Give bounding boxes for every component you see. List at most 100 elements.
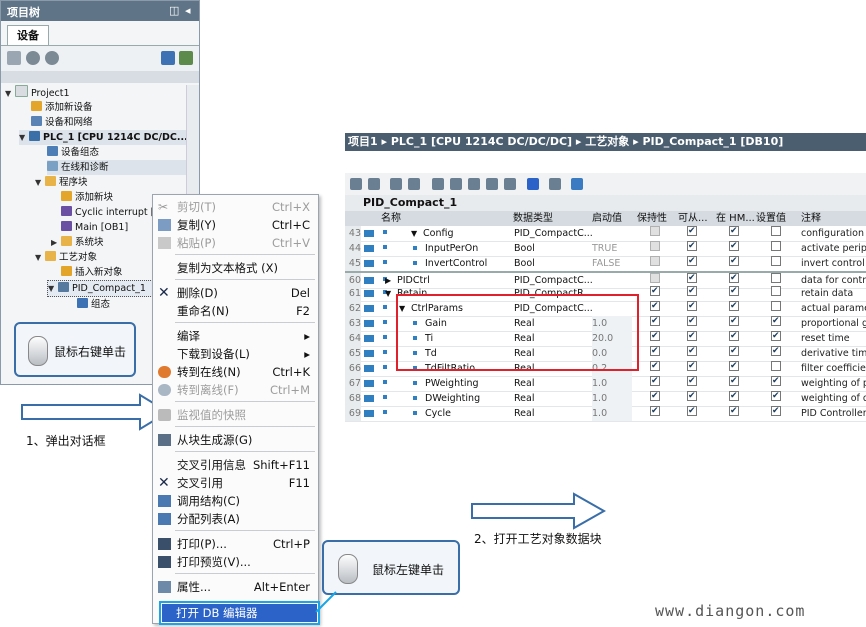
checkbox[interactable]: [650, 273, 660, 283]
col-setpoint[interactable]: 设置值: [756, 211, 786, 226]
toolbar-icon[interactable]: [527, 178, 539, 190]
checkbox[interactable]: [687, 374, 697, 389]
checkbox[interactable]: [729, 374, 739, 389]
variable-name[interactable]: Cycle: [425, 406, 451, 421]
tree-item-system-blocks[interactable]: ▶ 系统块: [51, 235, 104, 250]
checkbox[interactable]: [729, 404, 739, 419]
tree-item-insert-object[interactable]: 插入新对象: [61, 265, 123, 280]
tree-item-cyclic-interrupt[interactable]: Cyclic interrupt [O: [61, 205, 162, 220]
forward-icon[interactable]: [45, 51, 59, 65]
toolbar-icon[interactable]: [368, 178, 380, 190]
variable-comment[interactable]: retain data: [801, 286, 853, 301]
start-value[interactable]: TRUE: [592, 241, 632, 256]
checkbox[interactable]: [687, 344, 697, 359]
checkbox[interactable]: [650, 404, 660, 419]
toolbar-icon[interactable]: [468, 178, 480, 190]
checkbox[interactable]: [687, 224, 697, 239]
menu-item-xref-info[interactable]: 交叉引用信息 Shift+F11: [153, 456, 318, 474]
table-row[interactable]: 69 Cycle Real 1.0 PID Controller c: [345, 404, 866, 422]
checkbox[interactable]: [771, 286, 781, 296]
checkbox[interactable]: [687, 329, 697, 344]
variable-name[interactable]: InvertControl: [425, 256, 487, 271]
variable-comment[interactable]: weighting of de: [801, 391, 866, 406]
tree-item-devices-networks[interactable]: 设备和网络: [31, 115, 93, 130]
menu-item-xref[interactable]: ✕ 交叉引用 F11: [153, 474, 318, 492]
tree-item-configuration[interactable]: 组态: [77, 297, 110, 312]
tree-item-project[interactable]: ▼ Project1: [5, 85, 70, 100]
variable-comment[interactable]: filter coefficient: [801, 361, 866, 376]
expand-arrow-icon[interactable]: ▼: [411, 226, 417, 241]
checkbox[interactable]: [687, 284, 697, 299]
menu-item-go-online[interactable]: 转到在线(N) Ctrl+K: [153, 363, 318, 381]
menu-item-paste[interactable]: 粘贴(P) Ctrl+V: [153, 234, 318, 252]
menu-item-go-offline[interactable]: 转到离线(F) Ctrl+M: [153, 381, 318, 399]
start-value[interactable]: FALSE: [592, 256, 632, 271]
checkbox[interactable]: [729, 389, 739, 404]
start-value[interactable]: 1.0: [592, 376, 632, 391]
tab-devices[interactable]: 设备: [7, 25, 49, 46]
menu-item-open-db-editor[interactable]: 打开 DB 编辑器: [159, 601, 320, 625]
menu-item-call-structure[interactable]: 调用结构(C): [153, 492, 318, 510]
col-retain[interactable]: 保持性: [637, 211, 667, 226]
pin-icon[interactable]: ◫: [169, 4, 179, 17]
variable-name[interactable]: Config: [423, 226, 453, 241]
checkbox[interactable]: [687, 314, 697, 329]
checkbox[interactable]: [650, 359, 660, 374]
toolbar-icon[interactable]: [549, 178, 561, 190]
tree-item-tech-objects[interactable]: ▼ 工艺对象: [35, 250, 97, 265]
toolbar-icon[interactable]: [450, 178, 462, 190]
menu-item-properties[interactable]: 属性... Alt+Enter: [153, 578, 318, 596]
checkbox[interactable]: [729, 359, 739, 374]
menu-item-download[interactable]: 下载到设备(L) ▸: [153, 345, 318, 363]
expand-arrow-icon[interactable]: ▼: [385, 286, 391, 301]
col-start-value[interactable]: 启动值: [592, 211, 622, 226]
tree-item-device-config[interactable]: 设备组态: [47, 145, 99, 160]
menu-item-assignment-list[interactable]: 分配列表(A): [153, 510, 318, 528]
checkbox[interactable]: [650, 299, 660, 314]
checkbox[interactable]: [650, 256, 660, 266]
toolbar-icon[interactable]: [350, 178, 362, 190]
checkbox[interactable]: [687, 299, 697, 314]
variable-comment[interactable]: derivative time: [801, 346, 866, 361]
checkbox[interactable]: [650, 314, 660, 329]
collapse-icon[interactable]: ◂: [185, 4, 191, 17]
toolbar-icon[interactable]: [504, 178, 516, 190]
toolbar-icon[interactable]: [432, 178, 444, 190]
new-item-icon[interactable]: [7, 51, 21, 65]
menu-item-snapshot[interactable]: 监视值的快照: [153, 406, 318, 424]
menu-item-delete[interactable]: ✕ 删除(D) Del: [153, 284, 318, 302]
checkbox[interactable]: [729, 271, 739, 286]
checkbox[interactable]: [771, 226, 781, 236]
checkbox[interactable]: [650, 241, 660, 251]
checkbox[interactable]: [771, 389, 781, 404]
menu-item-copy[interactable]: 复制(Y) Ctrl+C: [153, 216, 318, 234]
checkbox[interactable]: [650, 344, 660, 359]
checkbox[interactable]: [729, 314, 739, 329]
checkbox[interactable]: [729, 239, 739, 254]
back-icon[interactable]: [26, 51, 40, 65]
toolbar-icon[interactable]: [390, 178, 402, 190]
tree-item-program-blocks[interactable]: ▼ 程序块: [35, 175, 88, 190]
checkbox[interactable]: [687, 254, 697, 269]
start-value[interactable]: [592, 226, 632, 241]
checkbox[interactable]: [729, 299, 739, 314]
checkbox[interactable]: [771, 241, 781, 251]
settings-icon[interactable]: [179, 51, 193, 65]
checkbox[interactable]: [729, 344, 739, 359]
toolbar-icon[interactable]: [408, 178, 420, 190]
variable-name[interactable]: InputPerOn: [425, 241, 478, 256]
start-value[interactable]: 1.0: [592, 406, 632, 421]
checkbox[interactable]: [771, 361, 781, 371]
tree-item-add-block[interactable]: 添加新块: [61, 190, 113, 205]
variable-comment[interactable]: configuration d: [801, 226, 866, 241]
menu-item-compile[interactable]: 编译 ▸: [153, 327, 318, 345]
variable-comment[interactable]: actual parame: [801, 301, 866, 316]
overview-icon[interactable]: [161, 51, 175, 65]
tree-item-pid-compact[interactable]: ▼ PID_Compact_1: [47, 280, 159, 297]
col-data-type[interactable]: 数据类型: [513, 211, 553, 226]
checkbox[interactable]: [729, 254, 739, 269]
variable-comment[interactable]: invert control d: [801, 256, 866, 271]
variable-comment[interactable]: weighting of pr: [801, 376, 866, 391]
variable-comment[interactable]: reset time: [801, 331, 850, 346]
toolbar-icon[interactable]: [571, 178, 583, 190]
